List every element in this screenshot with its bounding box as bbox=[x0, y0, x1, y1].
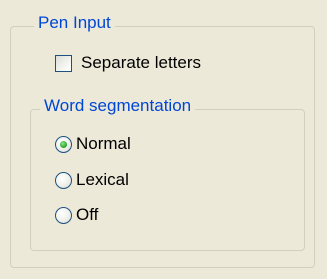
radio-unselected-icon[interactable] bbox=[55, 206, 72, 224]
separate-letters-label: Separate letters bbox=[81, 53, 202, 72]
pen-input-group-title: Pen Input bbox=[34, 12, 115, 34]
pen-input-panel: Pen Input Separate letters Word segmenta… bbox=[0, 0, 327, 279]
word-segmentation-group-title: Word segmentation bbox=[40, 95, 196, 117]
radio-off-label: Off bbox=[76, 205, 99, 224]
radio-unselected-icon[interactable] bbox=[55, 171, 72, 189]
checkbox-unchecked-icon[interactable] bbox=[55, 54, 72, 72]
radio-lexical[interactable]: Lexical bbox=[55, 169, 129, 191]
radio-normal[interactable]: Normal bbox=[55, 133, 131, 155]
radio-lexical-label: Lexical bbox=[76, 170, 129, 189]
radio-off[interactable]: Off bbox=[55, 204, 98, 226]
radio-normal-label: Normal bbox=[76, 134, 131, 153]
separate-letters-checkbox[interactable]: Separate letters bbox=[55, 52, 201, 74]
radio-selected-icon[interactable] bbox=[55, 135, 72, 153]
